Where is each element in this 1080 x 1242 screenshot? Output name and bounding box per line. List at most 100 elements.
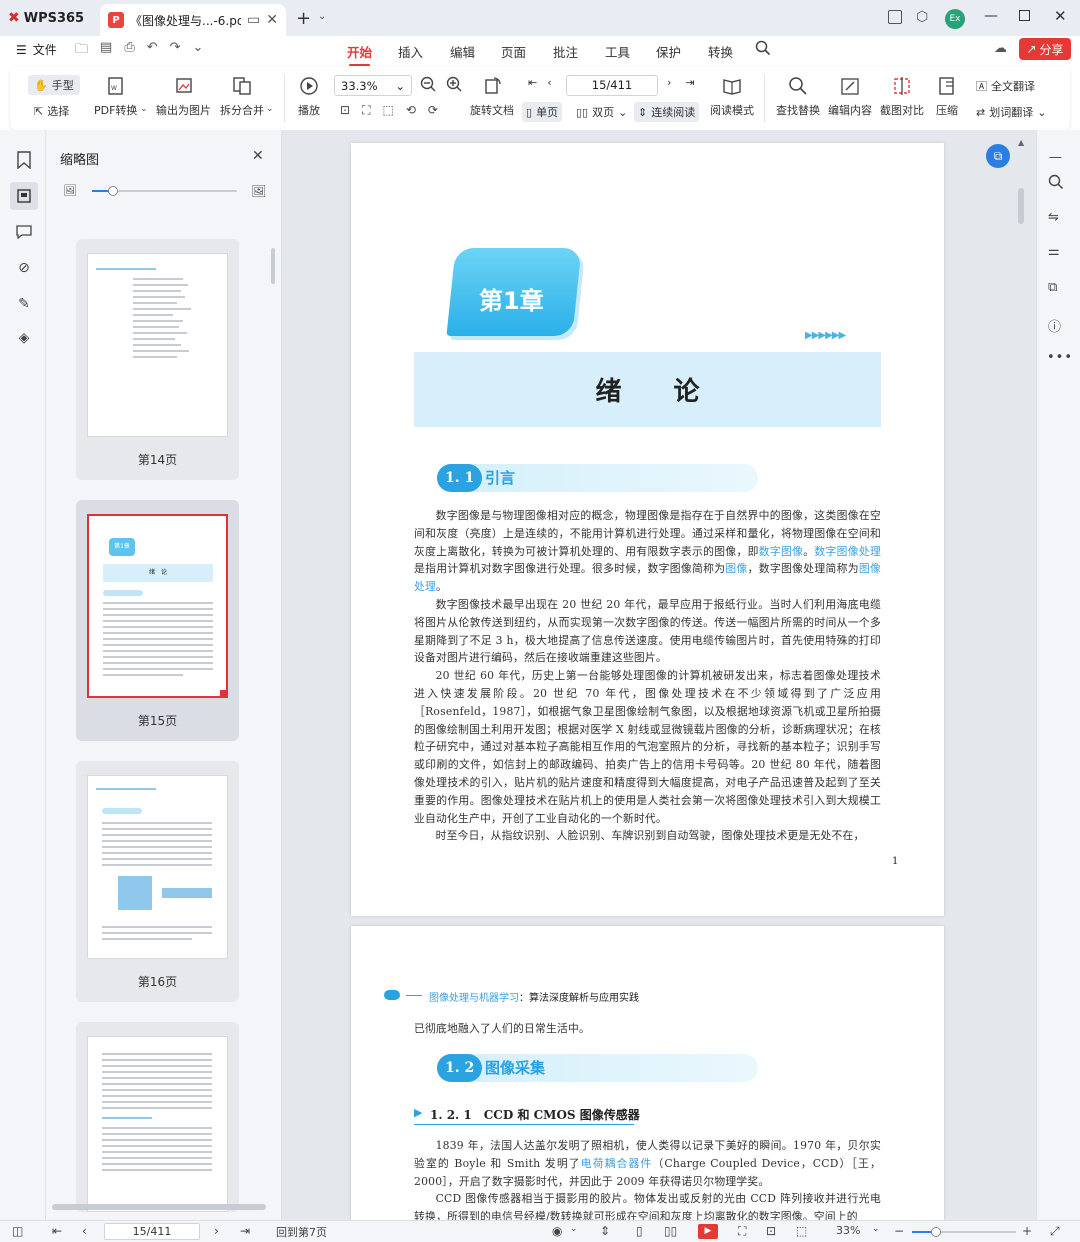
zoom-out-icon[interactable] bbox=[420, 76, 436, 92]
running-header-link[interactable]: 图像处理与机器学习 bbox=[429, 993, 519, 1004]
actual-size-status-icon[interactable]: ⊡ bbox=[766, 1224, 776, 1238]
term-link[interactable]: 图像 bbox=[725, 562, 747, 575]
compress-button[interactable]: 压缩 bbox=[936, 75, 958, 118]
comment-icon[interactable] bbox=[14, 222, 34, 242]
play-button[interactable]: 播放 bbox=[298, 75, 320, 118]
status-prev-page-icon[interactable]: ‹ bbox=[82, 1224, 87, 1238]
sidebar-toggle-icon[interactable]: ◫ bbox=[12, 1224, 23, 1238]
pdf-convert-button[interactable]: W PDF转换 bbox=[94, 75, 137, 118]
thumb-size-slider[interactable] bbox=[92, 186, 237, 196]
page-number-input[interactable]: 15/411 bbox=[566, 75, 658, 96]
tab-start[interactable]: 开始 bbox=[347, 42, 372, 66]
continuous-read-button[interactable]: ⇕ 连续阅读 bbox=[634, 102, 700, 122]
right-search-icon[interactable] bbox=[1048, 174, 1064, 190]
fit-width-status-icon[interactable]: ⬚ bbox=[796, 1224, 807, 1238]
eye-chevron-icon[interactable]: ⌄ bbox=[570, 1224, 578, 1234]
avatar[interactable]: Ex bbox=[945, 9, 965, 29]
play-status-icon[interactable]: ▶ bbox=[698, 1224, 718, 1239]
fit-width-icon[interactable]: ⬚ bbox=[382, 103, 393, 118]
status-first-page-icon[interactable]: ⇤ bbox=[52, 1224, 62, 1238]
more-icon[interactable]: ••• bbox=[1047, 350, 1073, 365]
tab-tools[interactable]: 工具 bbox=[605, 42, 630, 61]
status-next-page-icon[interactable]: › bbox=[214, 1224, 219, 1238]
monitor-icon[interactable]: ▭ bbox=[247, 12, 260, 28]
thumbnail-page-14[interactable]: 第14页 bbox=[76, 239, 239, 480]
search-icon[interactable] bbox=[755, 40, 771, 56]
status-page-input[interactable]: 15/411 bbox=[104, 1223, 200, 1240]
share-button[interactable]: ↗ 分享 bbox=[1019, 38, 1071, 60]
fullscreen-icon[interactable]: ⤢ bbox=[1050, 1224, 1060, 1239]
zoom-slider[interactable] bbox=[912, 1227, 1016, 1237]
single-page-button[interactable]: ▯ 单页 bbox=[522, 102, 563, 122]
back-to-page-link[interactable]: 回到第7页 bbox=[276, 1224, 327, 1240]
thumb-horizontal-scrollbar[interactable] bbox=[52, 1204, 266, 1210]
word-translate-button[interactable]: ⇄ 划词翻译 ⌄ bbox=[976, 104, 1046, 120]
scroll-up-icon[interactable]: ▲ bbox=[1018, 138, 1024, 147]
compare-button[interactable]: 截图对比 bbox=[880, 75, 924, 118]
rotate-right-icon[interactable]: ⟳ bbox=[428, 103, 438, 118]
attachment-icon[interactable]: ⊘ bbox=[14, 258, 34, 278]
collapse-icon[interactable]: — bbox=[1049, 150, 1062, 165]
zoom-in-icon[interactable] bbox=[446, 76, 462, 92]
layout-icon[interactable] bbox=[888, 10, 902, 24]
read-aloud-icon[interactable]: ⧉ bbox=[1048, 280, 1057, 295]
app-brand[interactable]: ✖ WPS365 bbox=[8, 5, 96, 31]
single-status-icon[interactable]: ▯ bbox=[636, 1224, 643, 1238]
select-tool-button[interactable]: ⇱ 选择 bbox=[34, 103, 69, 119]
tab-edit[interactable]: 编辑 bbox=[450, 42, 475, 61]
new-tab-icon[interactable]: + bbox=[296, 8, 311, 29]
translate-side-icon[interactable]: ⇋ bbox=[1048, 210, 1059, 225]
fit-status-icon[interactable]: ⛶ bbox=[738, 1224, 746, 1239]
open-folder-icon[interactable]: 🗀 bbox=[75, 40, 88, 62]
pdf-convert-chevron-icon[interactable]: ⌄ bbox=[140, 104, 148, 114]
status-zoom-in-icon[interactable]: + bbox=[1022, 1224, 1032, 1238]
cube-icon[interactable]: ⬡ bbox=[916, 9, 928, 25]
maximize-icon[interactable] bbox=[1019, 10, 1030, 21]
thumbnail-page-15[interactable]: 第1章 绪 论 第15页 bbox=[76, 500, 239, 741]
split-merge-button[interactable]: 拆分合并 bbox=[220, 75, 264, 118]
edit-content-button[interactable]: 编辑内容 bbox=[828, 75, 872, 118]
save-icon[interactable]: ▤ bbox=[100, 40, 112, 62]
close-tab-icon[interactable]: ✕ bbox=[266, 12, 278, 28]
document-scrollbar[interactable] bbox=[1018, 188, 1024, 224]
term-link[interactable]: 电荷耦合器件 bbox=[581, 1157, 653, 1170]
next-page-icon[interactable]: › bbox=[667, 76, 671, 89]
file-menu[interactable]: ☰ 文件 bbox=[16, 41, 57, 58]
rotate-document-button[interactable]: 旋转文档 bbox=[470, 75, 514, 118]
split-chevron-icon[interactable]: ⌄ bbox=[266, 104, 274, 114]
small-thumb-icon[interactable]: 🖼 bbox=[63, 184, 77, 197]
hand-tool-button[interactable]: ✋ 手型 bbox=[28, 75, 80, 95]
help-icon[interactable]: ⓘ bbox=[1048, 316, 1061, 335]
status-zoom-out-icon[interactable]: − bbox=[894, 1224, 904, 1238]
read-mode-button[interactable]: 阅读模式 bbox=[710, 75, 754, 118]
thumbnail-page-17[interactable] bbox=[76, 1022, 239, 1212]
bookmark-icon[interactable] bbox=[14, 150, 34, 170]
double-page-button[interactable]: ▯▯ 双页 ⌄ bbox=[576, 104, 627, 120]
rotate-left-icon[interactable]: ⟲ bbox=[406, 103, 416, 118]
thumbnail-page-16[interactable]: 第16页 bbox=[76, 761, 239, 1002]
continuous-status-icon[interactable]: ⇕ bbox=[600, 1224, 610, 1238]
tab-convert[interactable]: 转换 bbox=[708, 42, 733, 61]
minimize-icon[interactable]: — bbox=[984, 8, 998, 24]
fit-page-icon[interactable]: ⛶ bbox=[362, 103, 370, 118]
zoom-select[interactable]: 33.3% ⌄ bbox=[334, 75, 412, 96]
double-status-icon[interactable]: ▯▯ bbox=[664, 1224, 677, 1238]
more-chevron-icon[interactable]: ⌄ bbox=[193, 40, 204, 62]
large-thumb-icon[interactable]: 🖼 bbox=[251, 184, 266, 198]
close-window-icon[interactable]: ✕ bbox=[1054, 7, 1067, 25]
tab-page[interactable]: 页面 bbox=[501, 42, 526, 61]
term-link[interactable]: 数字图像 bbox=[759, 545, 804, 558]
tab-insert[interactable]: 插入 bbox=[398, 42, 423, 61]
tab-protect[interactable]: 保护 bbox=[656, 42, 681, 61]
print-icon[interactable]: ⎙ bbox=[124, 40, 134, 62]
export-image-button[interactable]: 输出为图片 bbox=[156, 75, 211, 118]
slider-handle[interactable] bbox=[108, 186, 118, 196]
first-page-icon[interactable]: ⇤ bbox=[528, 76, 537, 89]
cloud-icon[interactable]: ☁ bbox=[994, 41, 1007, 56]
prev-page-icon[interactable]: ‹ bbox=[547, 76, 551, 89]
term-link[interactable]: 数字图像处理 bbox=[814, 545, 881, 558]
zoom-slider-handle[interactable] bbox=[931, 1227, 941, 1237]
close-panel-icon[interactable]: ✕ bbox=[252, 148, 264, 164]
undo-icon[interactable]: ↶ bbox=[147, 40, 158, 62]
thumbnail-icon[interactable] bbox=[10, 182, 38, 210]
